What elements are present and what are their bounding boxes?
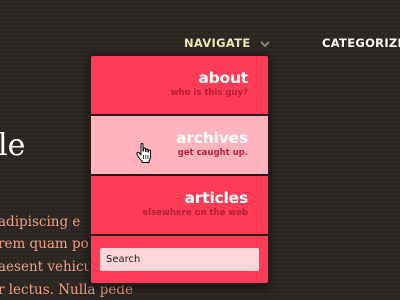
menu-item-subtitle: get caught up. [177,148,248,158]
nav-navigate-label: NAVIGATE [184,36,251,50]
navigate-dropdown-menu: about who is this guy? archives get caug… [89,54,270,285]
chevron-down-icon [260,40,270,47]
hand-pointer-icon [136,143,151,163]
top-navigation: NAVIGATE CATEGORIZE [0,0,400,55]
menu-item-archives[interactable]: archives get caught up. [91,116,268,174]
menu-item-title: articles [184,189,249,207]
nav-categorize[interactable]: CATEGORIZE [322,36,400,50]
nav-navigate[interactable]: NAVIGATE [184,36,270,50]
menu-item-about[interactable]: about who is this guy? [91,56,268,114]
body-text-line: rem quam po [0,236,89,252]
menu-item-subtitle: elsewhere on the web [142,208,248,218]
search-section [91,236,268,283]
menu-item-subtitle: who is this guy? [170,88,248,98]
body-text-line: aesent vehicu [0,259,93,275]
search-input[interactable] [100,248,259,271]
menu-item-articles[interactable]: articles elsewhere on the web [91,176,268,234]
menu-item-title: about [198,69,248,87]
page-title: le [0,128,26,163]
body-text-line: adipiscing e [0,214,81,230]
menu-item-title: archives [176,129,248,147]
